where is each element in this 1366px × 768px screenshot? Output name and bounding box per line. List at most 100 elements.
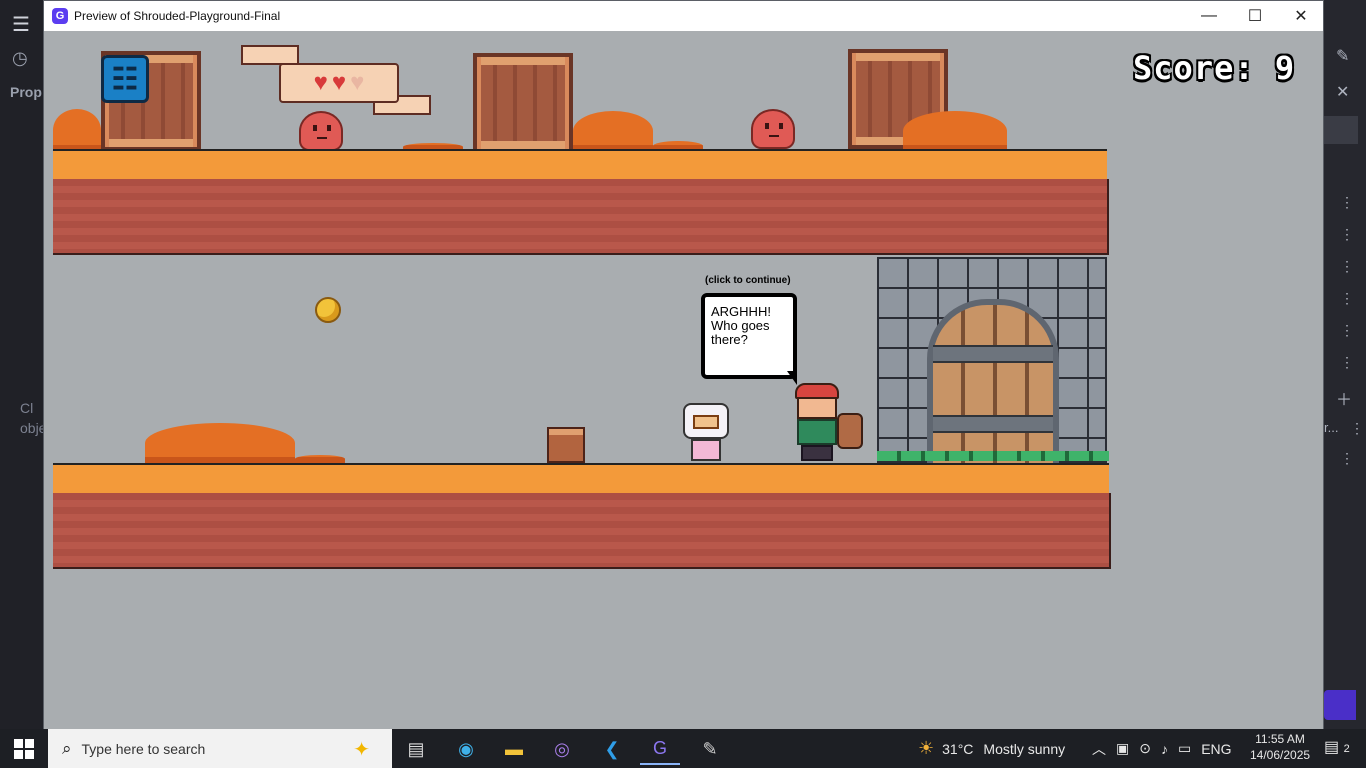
camera-icon[interactable]: ▣ <box>1116 740 1129 757</box>
window-title: Preview of Shrouded-Playground-Final <box>74 9 281 23</box>
more-options-icon[interactable]: ⋮ <box>1350 420 1364 437</box>
tray-overflow-icon[interactable]: ︿ <box>1092 739 1106 759</box>
maximize-button[interactable]: ☐ <box>1232 1 1278 31</box>
enemy-eye <box>327 125 331 131</box>
pause-menu-button[interactable]: ☷ <box>101 55 149 103</box>
small-box <box>547 427 585 463</box>
add-icon[interactable]: ＋ <box>1336 386 1352 410</box>
red-slime-enemy <box>299 111 343 151</box>
volume-icon[interactable]: ♪ <box>1161 741 1168 757</box>
file-explorer-icon[interactable]: ▬ <box>494 733 534 765</box>
ribbon-tail-left <box>241 45 299 65</box>
more-options-icon[interactable]: ⋮ <box>1340 258 1354 275</box>
npc-legs <box>801 445 833 461</box>
door-band <box>933 345 1053 363</box>
speech-bubble[interactable]: ARGHHH! Who goes there? <box>701 293 797 379</box>
edit-icon[interactable]: ✎ <box>1336 46 1349 66</box>
copilot-sparkle-icon: ✦ <box>353 739 370 761</box>
enemy-eye <box>779 123 783 129</box>
notification-icon: ▤ <box>1324 739 1340 756</box>
more-options-icon[interactable]: ⋮ <box>1340 450 1354 467</box>
gold-coin <box>315 297 341 323</box>
heart-full-icon: ♥ <box>331 69 347 96</box>
weather-temp: 31°C <box>942 740 974 757</box>
github-desktop-icon[interactable]: ◎ <box>542 733 582 765</box>
weather-sun-icon: ☀ <box>918 738 935 758</box>
more-options-icon[interactable]: ⋮ <box>1340 354 1354 371</box>
search-icon: ⌕ <box>62 738 72 758</box>
dirt-block <box>53 179 1109 255</box>
windows-logo-icon <box>25 739 34 748</box>
enemy-eye <box>765 123 769 129</box>
score-label: Score: 9 <box>1133 49 1296 87</box>
autumn-bush <box>145 423 295 463</box>
enemy-eye <box>313 125 317 131</box>
windows-logo-icon <box>25 750 34 759</box>
red-slime-enemy <box>751 109 795 149</box>
task-view-icon[interactable]: ▤ <box>396 733 436 765</box>
moss-strip <box>877 451 1109 461</box>
enemy-mouth <box>317 137 327 139</box>
close-panel-icon[interactable]: ✕ <box>1336 82 1349 102</box>
taskbar-clock[interactable]: 11:55 AM 14/06/2025 <box>1250 731 1310 763</box>
game-canvas[interactable]: ☷ ♥ ♥ ♥ Score: 9 (click to continue) ARG… <box>53 31 1313 740</box>
npc-traveler <box>793 383 865 463</box>
window-titlebar[interactable]: G Preview of Shrouded-Playground-Final —… <box>44 1 1323 31</box>
hamburger-menu-icon[interactable]: ☰ <box>12 12 30 37</box>
system-tray: ︿ ▣ ⊙ ♪ ▭ ENG <box>1092 729 1232 768</box>
autumn-bush <box>295 455 345 463</box>
more-options-icon[interactable]: ⋮ <box>1340 194 1354 211</box>
properties-label: Prop <box>10 84 42 100</box>
heart-full-icon: ♥ <box>313 69 328 96</box>
wooden-crate <box>473 53 573 153</box>
history-icon[interactable]: ◷ <box>12 48 28 69</box>
upper-platform <box>53 149 1109 255</box>
windows-logo-icon <box>14 750 23 759</box>
dialog-text: ARGHHH! Who goes there? <box>711 304 771 347</box>
npc-face <box>797 397 837 419</box>
player-body <box>691 439 721 461</box>
truncated-label: r... <box>1324 420 1339 435</box>
clock-date: 14/06/2025 <box>1250 748 1311 762</box>
npc-torso <box>797 419 837 445</box>
vscode-icon[interactable]: ❮ <box>592 733 632 765</box>
more-options-icon[interactable]: ⋮ <box>1340 290 1354 307</box>
battery-icon[interactable]: ▭ <box>1178 740 1191 757</box>
edge-icon[interactable]: ◉ <box>446 733 486 765</box>
player-face <box>693 415 719 429</box>
autumn-bush <box>903 111 1007 151</box>
more-options-icon[interactable]: ⋮ <box>1340 322 1354 339</box>
weather-widget[interactable]: ☀ 31°C Mostly sunny <box>918 729 1065 768</box>
grass-top <box>53 149 1107 187</box>
dialog-hint: (click to continue) <box>705 275 791 286</box>
notification-center-button[interactable]: ▤ 2 <box>1324 737 1350 757</box>
close-button[interactable]: ✕ <box>1278 1 1324 31</box>
notification-count: 2 <box>1343 743 1350 755</box>
enemy-mouth <box>769 135 779 137</box>
autumn-bush <box>573 111 653 151</box>
weather-desc: Mostly sunny <box>983 740 1066 757</box>
lower-platform <box>53 463 1111 569</box>
player-character <box>683 403 729 461</box>
panel-strip <box>1324 116 1358 144</box>
npc-backpack <box>837 413 863 449</box>
language-indicator[interactable]: ENG <box>1201 741 1231 757</box>
windows-taskbar: ⌕ Type here to search ✦ ▤ ◉ ▬ ◎ ❮ G ✎ ☀ … <box>0 729 1366 768</box>
autumn-bush <box>53 109 101 151</box>
minimize-button[interactable]: — <box>1186 1 1232 31</box>
grass-top <box>53 463 1109 501</box>
paint-icon[interactable]: ✎ <box>690 733 730 765</box>
primary-action-button[interactable] <box>1324 690 1356 720</box>
start-button[interactable] <box>14 739 34 759</box>
gdevelop-logo-icon: G <box>52 8 68 24</box>
dirt-block <box>53 493 1111 569</box>
heart-empty-icon: ♥ <box>350 69 365 96</box>
gdevelop-icon[interactable]: G <box>640 733 680 765</box>
editor-right-sidebar: ✎ ✕ ⋮ ⋮ ⋮ ⋮ ⋮ ⋮ ＋ r... ⋮ ⋮ <box>1324 0 1366 740</box>
health-ribbon: ♥ ♥ ♥ <box>279 63 399 103</box>
editor-left-sidebar: ☰ ◷ Prop Cl obje <box>0 0 46 740</box>
network-icon[interactable]: ⊙ <box>1139 740 1151 757</box>
taskbar-search[interactable]: ⌕ Type here to search ✦ <box>48 729 392 768</box>
more-options-icon[interactable]: ⋮ <box>1340 226 1354 243</box>
castle-door <box>927 299 1059 465</box>
